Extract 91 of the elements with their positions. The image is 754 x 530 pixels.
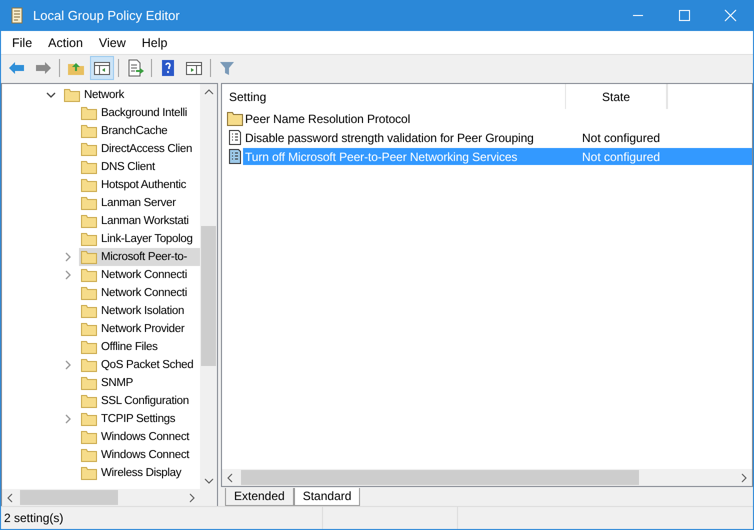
tree-item[interactable]: Network Connecti: [79, 284, 200, 302]
tree-item-label: Network Isolation: [101, 305, 184, 317]
folder-icon: [81, 430, 97, 444]
folder-icon: [81, 376, 97, 390]
tree-item-label: Link-Layer Topolog: [101, 233, 193, 245]
folder-icon: [227, 111, 243, 126]
tree-item[interactable]: Windows Connect: [79, 428, 200, 446]
tree-item[interactable]: Network Provider: [79, 320, 200, 338]
tree-item-label: Windows Connect: [101, 449, 190, 461]
tree-item-label: Windows Connect: [101, 431, 190, 443]
tree-item-label: QoS Packet Sched: [101, 359, 194, 371]
tree-item[interactable]: Link-Layer Topolog: [79, 230, 200, 248]
tree-item[interactable]: DirectAccess Clien: [79, 140, 200, 158]
folder-icon: [64, 88, 80, 102]
tree-item-label: DirectAccess Clien: [101, 143, 192, 155]
tree-item[interactable]: Lanman Server: [79, 194, 200, 212]
tree-item-label: SSL Configuration: [101, 395, 189, 407]
tree-item[interactable]: Microsoft Peer-to-: [79, 248, 200, 266]
tree-item-label: TCPIP Settings: [101, 413, 176, 425]
folder-icon: [81, 304, 97, 318]
horizontal-scrollbar[interactable]: [2, 489, 217, 506]
column-header[interactable]: State: [566, 84, 667, 109]
tree-item-label: Network Provider: [101, 323, 184, 335]
tree-item-label: Wireless Display: [101, 467, 182, 479]
policy-document-icon: [227, 149, 243, 164]
tree-item[interactable]: BranchCache: [79, 122, 200, 140]
folder-icon: [81, 286, 97, 300]
tree-item-label: Lanman Workstati: [101, 215, 189, 227]
folder-icon: [81, 232, 97, 246]
tree-item[interactable]: Network Isolation: [79, 302, 200, 320]
folder-icon: [81, 448, 97, 462]
tree-item[interactable]: Lanman Workstati: [79, 212, 200, 230]
folder-icon: [81, 124, 97, 138]
scrollbar-thumb[interactable]: [201, 226, 216, 366]
folder-icon: [81, 466, 97, 480]
tree-item-label: Hotspot Authentic: [101, 179, 186, 191]
scroll-icon: [9, 6, 25, 24]
menu-item[interactable]: View: [90, 36, 134, 50]
tab[interactable]: Standard: [294, 488, 360, 506]
tree-item[interactable]: SSL Configuration: [79, 392, 200, 410]
folder-icon: [81, 178, 97, 192]
setting-state: Not configured: [582, 150, 660, 164]
tree-item-label: Network Connecti: [101, 269, 187, 281]
tab[interactable]: Extended: [225, 488, 294, 506]
folder-icon: [81, 268, 97, 282]
tree-item[interactable]: Wireless Display: [79, 464, 200, 482]
scrollbar-thumb[interactable]: [20, 490, 118, 505]
setting-name[interactable]: Peer Name Resolution Protocol: [243, 110, 752, 127]
tree-item[interactable]: Network: [84, 89, 124, 101]
console-tree-icon[interactable]: [90, 56, 114, 80]
folder-icon: [81, 196, 97, 210]
menu-item[interactable]: File: [4, 36, 40, 50]
tree-item-label: Network Connecti: [101, 287, 187, 299]
tree-item-label: DNS Client: [101, 161, 155, 173]
tree-item[interactable]: SNMP: [79, 374, 200, 392]
status-text: 2 setting(s): [3, 511, 64, 525]
tree-item-label: Background Intelli: [101, 107, 188, 119]
vertical-scrollbar[interactable]: [200, 84, 217, 489]
tree-item[interactable]: DNS Client: [79, 158, 200, 176]
menu-item[interactable]: Help: [134, 36, 176, 50]
window-title: Local Group Policy Editor: [33, 8, 181, 23]
tree-item-label: SNMP: [101, 377, 134, 389]
folder-icon: [81, 412, 97, 426]
tree-item[interactable]: TCPIP Settings: [79, 410, 200, 428]
expand-chevron-icon[interactable]: [46, 90, 56, 100]
tree-item[interactable]: Offline Files: [79, 338, 200, 356]
folder-icon: [81, 340, 97, 354]
folder-icon: [81, 250, 97, 264]
column-header[interactable]: Setting: [222, 84, 566, 109]
tree-item-label: Microsoft Peer-to-: [101, 251, 187, 263]
setting-state: Not configured: [582, 130, 660, 144]
folder-icon: [81, 106, 97, 120]
scrollbar-thumb[interactable]: [241, 470, 639, 486]
tree-item[interactable]: Network Connecti: [79, 266, 200, 284]
policy-document-icon: [227, 130, 243, 145]
folder-icon: [81, 394, 97, 408]
folder-icon: [81, 160, 97, 174]
tree-item[interactable]: QoS Packet Sched: [79, 356, 200, 374]
tree-item-label: Offline Files: [101, 341, 158, 353]
tree-item-label: Lanman Server: [101, 197, 176, 209]
folder-icon: [81, 214, 97, 228]
folder-icon: [81, 358, 97, 372]
setting-name[interactable]: Disable password strength validation for Peer Grouping Not configured: [243, 129, 752, 146]
folder-icon: [81, 322, 97, 336]
tree-item-label: BranchCache: [101, 125, 168, 137]
tree-item[interactable]: Windows Connect: [79, 446, 200, 464]
tree-item[interactable]: Hotspot Authentic: [79, 176, 200, 194]
folder-icon: [81, 142, 97, 156]
tree-item[interactable]: Background Intelli: [79, 104, 200, 122]
menu-item[interactable]: Action: [40, 36, 91, 50]
horizontal-scrollbar[interactable]: [222, 469, 752, 486]
